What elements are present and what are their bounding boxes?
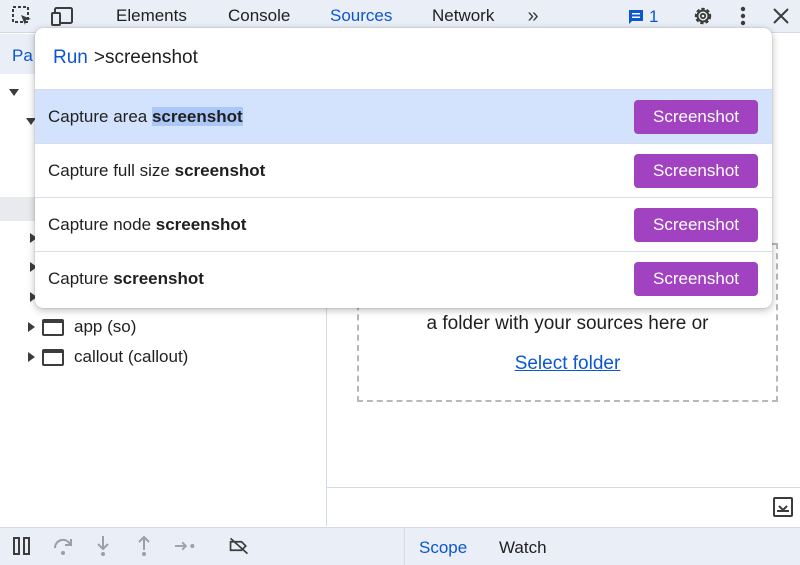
frame-icon: [42, 348, 64, 366]
tab-watch[interactable]: Watch: [499, 538, 547, 558]
more-options-icon[interactable]: [730, 4, 756, 28]
selected-tree-row[interactable]: [0, 197, 40, 221]
command-query: >screenshot: [93, 47, 198, 68]
bottom-divider: [404, 528, 405, 565]
tab-page[interactable]: Pa: [12, 46, 33, 66]
messages-badge[interactable]: 1: [628, 7, 658, 27]
collapsed-node-icon[interactable]: [28, 352, 35, 362]
tab-console[interactable]: Console: [228, 6, 290, 26]
more-tabs-icon[interactable]: »: [520, 4, 546, 28]
tab-sources[interactable]: Sources: [330, 6, 392, 26]
tab-scope[interactable]: Scope: [419, 538, 467, 558]
deactivate-breakpoints-icon[interactable]: [228, 535, 250, 557]
step-into-icon[interactable]: [92, 535, 114, 557]
tree-item-callout[interactable]: callout (callout): [28, 346, 188, 368]
debugger-toolbar: [0, 527, 800, 565]
command-item-capture-full-size[interactable]: Capture full size screenshot Screenshot: [35, 144, 772, 198]
collapsed-node-icon[interactable]: [28, 322, 35, 332]
command-item-title: Capture screenshot: [48, 269, 204, 288]
command-category-badge: Screenshot: [634, 262, 758, 296]
command-item-title: Capture area screenshot: [48, 107, 243, 126]
settings-icon[interactable]: [690, 4, 716, 28]
command-prefix: Run: [53, 47, 88, 68]
pane-divider: [327, 487, 800, 488]
command-item-capture-node[interactable]: Capture node screenshot Screenshot: [35, 198, 772, 252]
frame-icon: [42, 318, 64, 336]
step-out-icon[interactable]: [133, 535, 155, 557]
command-item-capture[interactable]: Capture screenshot Screenshot: [35, 252, 772, 306]
command-category-badge: Screenshot: [634, 208, 758, 242]
tree-item-app[interactable]: app (so): [28, 316, 136, 338]
tab-network[interactable]: Network: [432, 6, 494, 26]
command-input[interactable]: Run >screenshot: [53, 47, 198, 69]
command-category-badge: Screenshot: [634, 100, 758, 134]
device-toolbar-icon[interactable]: [50, 4, 76, 28]
expand-top-icon[interactable]: [9, 89, 19, 96]
command-item-capture-area[interactable]: Capture area screenshot Screenshot: [35, 90, 772, 144]
inspect-element-icon[interactable]: [9, 4, 35, 28]
tree-item-label: callout (callout): [74, 347, 189, 366]
tab-elements[interactable]: Elements: [116, 6, 187, 26]
dropzone-text: a folder with your sources here or: [426, 313, 709, 334]
toggle-debugger-icon[interactable]: [773, 497, 793, 517]
tree-item-label: app (so): [74, 317, 137, 336]
pause-icon[interactable]: [11, 535, 33, 557]
command-item-title: Capture node screenshot: [48, 215, 247, 234]
step-over-icon[interactable]: [52, 535, 74, 557]
command-menu: Run >screenshot Capture area screenshot …: [35, 28, 772, 308]
step-icon[interactable]: [174, 535, 196, 557]
messages-icon: [629, 10, 643, 24]
close-icon[interactable]: [768, 4, 794, 28]
messages-count: 1: [649, 7, 659, 26]
command-item-title: Capture full size screenshot: [48, 161, 266, 180]
command-category-badge: Screenshot: [634, 154, 758, 188]
select-folder-link[interactable]: Select folder: [357, 353, 778, 375]
